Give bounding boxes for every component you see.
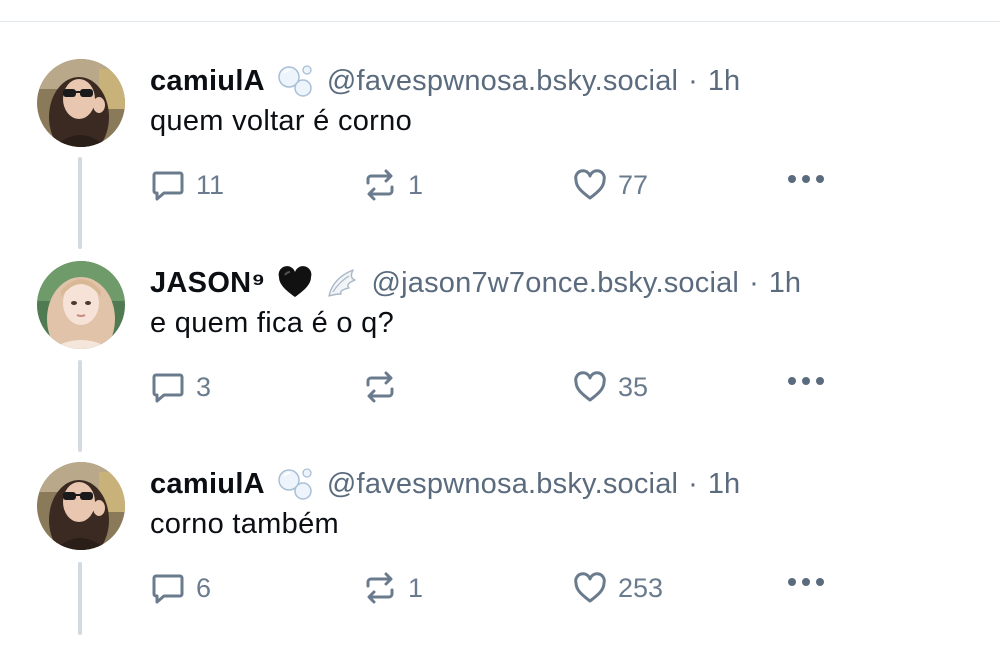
reply-count: 11 <box>196 169 225 200</box>
top-divider <box>0 21 1000 22</box>
post-time[interactable]: 1h <box>769 267 801 300</box>
more-options-button[interactable] <box>786 576 826 588</box>
post-text: e quem fica é o q? <box>150 307 394 339</box>
reply-icon <box>152 171 184 201</box>
heart-icon <box>574 169 606 200</box>
black-heart-icon <box>277 266 313 300</box>
separator: · <box>749 266 759 299</box>
repost-count: 1 <box>408 572 424 603</box>
post-actions: 11 1 77 <box>150 167 830 207</box>
more-options-button[interactable] <box>786 173 826 185</box>
reply-button[interactable]: 11 <box>150 167 224 203</box>
more-icon <box>788 175 824 183</box>
author-handle[interactable]: @favespwnosa.bsky.social <box>327 468 678 501</box>
more-icon <box>788 578 824 586</box>
author-name[interactable]: JASON⁹ <box>150 267 265 300</box>
repost-icon <box>366 572 394 604</box>
like-count: 77 <box>618 169 649 200</box>
author-handle[interactable]: @jason7w7once.bsky.social <box>371 267 739 300</box>
reply-count: 3 <box>196 371 212 402</box>
reply-icon <box>152 373 184 403</box>
post-time[interactable]: 1h <box>708 65 740 98</box>
avatar[interactable] <box>37 59 125 147</box>
repost-button[interactable]: 1 <box>362 570 423 606</box>
like-count: 35 <box>618 371 649 402</box>
more-icon <box>788 377 824 385</box>
repost-button[interactable]: 1 <box>362 167 423 203</box>
author-name[interactable]: camiulA <box>150 468 265 501</box>
post-actions: 6 1 253 <box>150 570 830 610</box>
post-text: quem voltar é corno <box>150 105 412 137</box>
heart-icon <box>574 371 606 402</box>
post-item[interactable]: camiulA @favespwnosa.bsky.social · 1h co… <box>0 462 1000 662</box>
author-handle[interactable]: @favespwnosa.bsky.social <box>327 65 678 98</box>
like-button[interactable]: 35 <box>572 369 648 405</box>
separator: · <box>688 64 698 97</box>
post-text: corno também <box>150 508 339 540</box>
bubbles-icon <box>277 64 315 98</box>
post-time[interactable]: 1h <box>708 468 740 501</box>
like-button[interactable]: 253 <box>572 570 663 606</box>
reply-button[interactable]: 3 <box>150 369 211 405</box>
bubbles-icon <box>277 467 315 501</box>
repost-button[interactable] <box>362 369 408 405</box>
reply-button[interactable]: 6 <box>150 570 211 606</box>
repost-icon <box>366 371 394 403</box>
repost-count: 1 <box>408 169 424 200</box>
post-item[interactable]: camiulA @favespwnosa.bsky.social · 1h qu… <box>0 59 1000 259</box>
post-actions: 3 35 <box>150 369 830 409</box>
more-options-button[interactable] <box>786 375 826 387</box>
author-name[interactable]: camiulA <box>150 65 265 98</box>
heart-icon <box>574 572 606 603</box>
reply-count: 6 <box>196 572 212 603</box>
reply-icon <box>152 574 184 604</box>
avatar[interactable] <box>37 462 125 550</box>
post-item[interactable]: JASON⁹ @jason7w7once.bsky.social · 1h e … <box>0 261 1000 461</box>
wing-icon <box>325 266 359 300</box>
repost-icon <box>366 169 394 201</box>
like-button[interactable]: 77 <box>572 167 648 203</box>
avatar[interactable] <box>37 261 125 349</box>
separator: · <box>688 467 698 500</box>
like-count: 253 <box>618 572 664 603</box>
